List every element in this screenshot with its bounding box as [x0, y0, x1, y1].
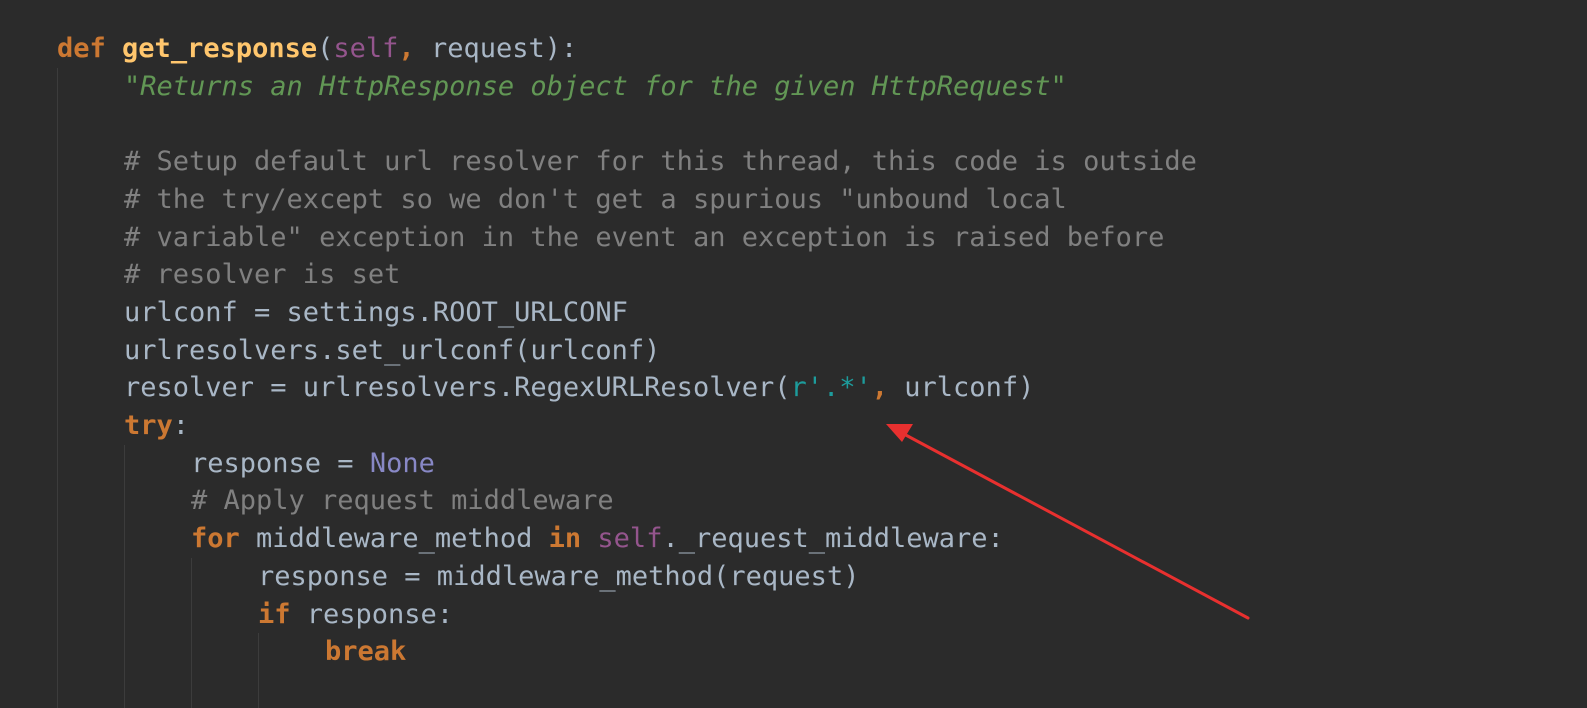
code-line[interactable]: def get_response(self, request):: [57, 30, 577, 68]
code-token-self: self: [333, 33, 399, 64]
code-token-string: r'.*': [790, 372, 872, 404]
code-line[interactable]: # Apply request middleware: [191, 482, 614, 520]
code-line[interactable]: urlconf = settings.ROOT_URLCONF: [124, 294, 628, 332]
code-token-default: resolver = urlresolvers.RegexURLResolver…: [124, 372, 791, 404]
code-token-keyword: def: [57, 33, 106, 64]
code-line[interactable]: # variable" exception in the event an ex…: [124, 219, 1164, 257]
code-token-default: urlconf = settings.ROOT_URLCONF: [124, 296, 628, 328]
code-token-default: [106, 33, 122, 64]
arrow-head: [886, 424, 913, 442]
indent-guide: [258, 633, 259, 708]
code-line[interactable]: resolver = urlresolvers.RegexURLResolver…: [124, 369, 1034, 407]
code-token-default: middleware_method: [239, 523, 549, 555]
code-token-comment: # Apply request middleware: [191, 485, 614, 517]
code-token-default: (: [317, 33, 334, 64]
code-line[interactable]: # Setup default url resolver for this th…: [124, 143, 1197, 181]
code-token-default: urlconf): [888, 372, 1035, 404]
code-token-keyword: in: [548, 523, 582, 555]
code-token-keyword: if: [258, 598, 291, 630]
code-token-self: self: [597, 523, 663, 555]
code-line[interactable]: response = None: [191, 445, 435, 483]
code-token-docstring: "Returns an HttpResponse object for the …: [124, 70, 1067, 102]
code-token-comment: # Setup default url resolver for this th…: [124, 146, 1197, 178]
code-token-default: response =: [191, 447, 370, 479]
code-token-builtin-constant: None: [369, 447, 435, 479]
code-token-comment: # the try/except so we don't get a spuri…: [124, 183, 1067, 215]
code-token-keyword: try: [124, 410, 173, 441]
code-line[interactable]: urlresolvers.set_urlconf(urlconf): [124, 332, 660, 370]
code-line[interactable]: # resolver is set: [124, 256, 400, 294]
indent-guide: [124, 444, 125, 708]
code-token-keyword: ,: [871, 372, 889, 404]
code-line[interactable]: response = middleware_method(request): [258, 558, 859, 596]
code-token-comment: # resolver is set: [124, 259, 401, 291]
code-token-keyword: break: [325, 636, 407, 668]
code-token-function: get_response: [122, 33, 318, 64]
code-token-default: :: [172, 410, 190, 441]
code-token-keyword: ,: [398, 33, 415, 64]
code-line[interactable]: "Returns an HttpResponse object for the …: [124, 68, 1067, 106]
code-editor[interactable]: def get_response(self, request): "Returns…: [0, 0, 1587, 708]
code-line[interactable]: try:: [124, 407, 189, 445]
code-token-keyword: for: [191, 523, 240, 555]
code-token-default: response:: [290, 598, 454, 630]
code-token-default: request):: [414, 33, 578, 64]
code-token-comment: # variable" exception in the event an ex…: [124, 221, 1165, 253]
code-line[interactable]: for middleware_method in self._request_m…: [191, 520, 1004, 558]
indent-guide: [57, 67, 58, 708]
code-token-default: [581, 523, 597, 554]
indent-guide: [191, 557, 192, 708]
code-line[interactable]: if response:: [258, 596, 453, 634]
code-token-default: ._request_middleware:: [662, 523, 1004, 555]
code-token-default: response = middleware_method(request): [258, 560, 860, 592]
code-line[interactable]: # the try/except so we don't get a spuri…: [124, 181, 1067, 219]
code-token-default: urlresolvers.set_urlconf(urlconf): [124, 334, 661, 366]
code-line[interactable]: break: [325, 633, 406, 671]
